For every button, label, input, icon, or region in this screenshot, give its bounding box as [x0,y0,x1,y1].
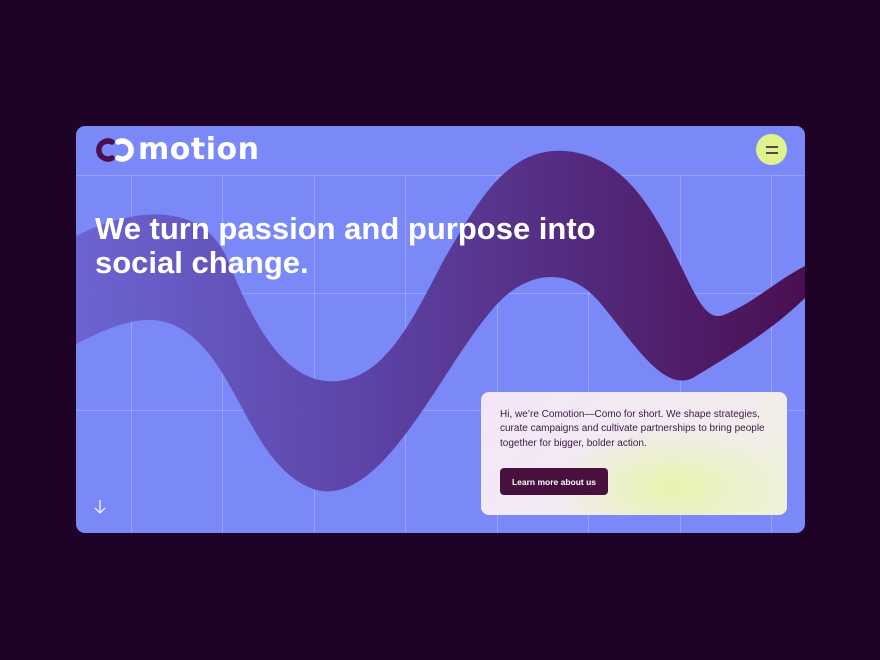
learn-more-button[interactable]: Learn more about us [500,468,608,495]
hamburger-menu-icon [765,145,778,154]
arrow-down-icon[interactable] [93,499,107,515]
co-monogram-icon [96,138,134,162]
logo-wordmark: motion [138,132,260,167]
intro-card: Hi, we’re Comotion—Como for short. We sh… [481,392,787,515]
device-frame: motion We turn passion and purpose into … [0,0,880,660]
intro-text: Hi, we’re Comotion—Como for short. We sh… [500,409,765,449]
website-hero: motion We turn passion and purpose into … [76,126,805,533]
comotion-logo[interactable]: motion [94,132,259,168]
menu-button[interactable] [756,134,787,165]
hero-headline: We turn passion and purpose into social … [95,211,596,280]
